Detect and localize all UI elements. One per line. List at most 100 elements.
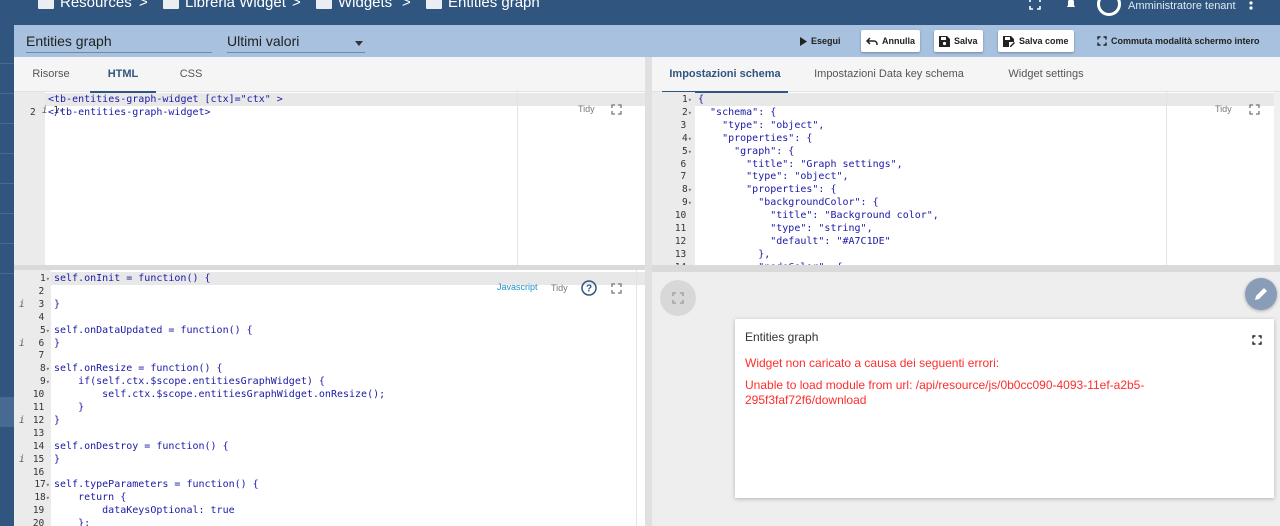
html-editor-panel: Risorse HTML CSS i 1▾ 2 <tb-entities-gra… [14, 57, 645, 265]
chevron-down-icon [355, 41, 363, 46]
code-line[interactable]: } [54, 338, 60, 349]
code-line[interactable]: <tb-entities-graph-widget [ctx]="ctx" > [48, 94, 283, 105]
gutter-line: 3 i [19, 298, 45, 310]
code-line[interactable]: } [54, 454, 60, 465]
widget-card: Entities graph Widget non caricato a cau… [735, 319, 1274, 498]
print-margin [636, 270, 637, 526]
avatar[interactable] [1097, 0, 1121, 16]
code-line[interactable]: dataKeysOptional: true [54, 505, 234, 516]
code-line[interactable]: "properties": { [698, 184, 836, 195]
language-mode-label: Javascript [497, 282, 538, 292]
horizontal-splitter[interactable] [652, 265, 1280, 272]
tab-schema-settings[interactable]: Impostazioni schema [662, 57, 788, 93]
code-line[interactable]: } [54, 415, 60, 426]
fullscreen-icon[interactable] [1029, 0, 1041, 10]
code-line[interactable]: }, [698, 249, 770, 260]
toggle-fullscreen-button[interactable]: Commuta modalità schermo intero [1092, 30, 1265, 52]
tidy-button[interactable]: Tidy [1215, 104, 1232, 114]
save-icon [939, 35, 950, 47]
tidy-button[interactable]: Tidy [578, 104, 595, 114]
code-line[interactable]: self.onDataUpdated = function() { [54, 325, 253, 336]
gutter-line: 2 [38, 285, 45, 297]
gutter-line: 1▾ [40, 273, 50, 284]
edit-widget-button[interactable] [1245, 278, 1277, 310]
code-line[interactable]: "graph": { [698, 146, 794, 157]
widget-name-input[interactable]: Entities graph [26, 29, 212, 53]
print-margin [1166, 92, 1167, 265]
code-line[interactable]: { [698, 94, 704, 105]
gutter-line: 17▾ [34, 479, 50, 491]
code-line[interactable]: self.onResize = function() { [54, 363, 223, 374]
tab-html[interactable]: HTML [90, 57, 156, 93]
gutter-line: 6 i [19, 337, 45, 349]
help-icon[interactable]: ? [581, 280, 597, 296]
gutter-line: 7 [38, 350, 45, 362]
error-heading: Widget non caricato a causa dei seguenti… [745, 356, 1000, 370]
notifications-icon[interactable] [1065, 0, 1077, 10]
vertical-splitter[interactable] [645, 57, 652, 526]
fullscreen-icon [1097, 36, 1107, 46]
chart-icon [426, 0, 442, 9]
tab-resources[interactable]: Risorse [22, 57, 80, 92]
save-as-icon [1003, 35, 1015, 47]
gutter-line: 19 [32, 505, 45, 517]
gutter-line: 11 [32, 402, 45, 413]
fullscreen-icon[interactable] [1252, 335, 1262, 345]
fullscreen-icon[interactable] [611, 104, 622, 115]
code-line[interactable]: return { [54, 492, 126, 503]
code-line[interactable]: </tb-entities-graph-widget> [48, 107, 211, 118]
code-line[interactable]: }; [54, 518, 90, 526]
gutter-line: 4▾ [682, 132, 692, 144]
breadcrumb-item-widgets[interactable]: Widgets [316, 0, 392, 11]
save-as-button[interactable]: Salva come [998, 30, 1074, 52]
code-line[interactable]: "title": "Background color", [698, 210, 939, 221]
code-line[interactable]: if(self.ctx.$scope.entitiesGraphWidget) … [54, 376, 325, 387]
code-line[interactable]: "default": "#A7C1DE" [698, 236, 890, 247]
gutter-line: 10 [32, 389, 45, 401]
run-button[interactable]: Esegui [794, 30, 846, 52]
fullscreen-icon[interactable] [611, 283, 622, 294]
side-nav-strip [0, 25, 14, 526]
code-line[interactable]: } [54, 299, 60, 310]
code-line[interactable]: "type": "object", [698, 171, 848, 182]
widget-type-select[interactable]: Ultimi valori [227, 29, 365, 53]
pencil-icon [1255, 288, 1267, 300]
code-line[interactable]: "type": "string", [698, 223, 872, 234]
preview-fullscreen-button[interactable] [660, 280, 696, 316]
scrollbar[interactable] [1274, 92, 1280, 265]
code-line[interactable]: "backgroundColor": { [698, 197, 878, 208]
gutter-line: 3 [680, 119, 687, 131]
tab-widget-settings[interactable]: Widget settings [996, 57, 1096, 92]
code-line[interactable]: self.typeParameters = function() { [54, 479, 259, 490]
tidy-button[interactable]: Tidy [551, 283, 568, 293]
tab-datakey-schema[interactable]: Impostazioni Data key schema [805, 57, 973, 92]
code-line[interactable]: "type": "object", [698, 120, 824, 131]
code-line[interactable]: "properties": { [698, 133, 812, 144]
more-vert-icon[interactable] [1249, 0, 1253, 10]
fullscreen-icon[interactable] [1249, 104, 1260, 115]
undo-button[interactable]: Annulla [861, 30, 920, 52]
gutter-line: 1▾ [682, 94, 692, 105]
gutter-line: 6 [680, 158, 687, 170]
gutter-line: 5▾ [40, 324, 50, 336]
breadcrumb-separator: > [139, 0, 148, 11]
play-icon [800, 36, 807, 46]
code-line[interactable]: self.onInit = function() { [54, 273, 211, 284]
code-line[interactable]: } [54, 402, 84, 413]
gutter-line: 15 i [19, 453, 45, 465]
editor-toolbar: Entities graph Ultimi valori Esegui Annu… [14, 25, 1280, 57]
side-nav-active-item[interactable] [0, 397, 14, 427]
breadcrumb-item-resources[interactable]: Resources [38, 0, 132, 11]
save-button[interactable]: Salva [934, 30, 983, 52]
current-line-highlight [695, 93, 1280, 106]
breadcrumb-separator: > [292, 0, 301, 11]
code-line[interactable]: "schema": { [698, 107, 776, 118]
code-line[interactable]: self.ctx.$scope.entitiesGraphWidget.onRe… [54, 389, 385, 400]
top-bar: Resources > Libreria Widget > Widgets > … [0, 0, 1280, 25]
code-line[interactable]: "title": "Graph settings", [698, 159, 903, 170]
gutter-line: 4 [38, 311, 45, 323]
tab-css[interactable]: CSS [166, 57, 216, 92]
code-line[interactable]: self.onDestroy = function() { [54, 441, 229, 452]
breadcrumb-item-library[interactable]: Libreria Widget [163, 0, 286, 11]
svg-text:?: ? [586, 284, 592, 295]
